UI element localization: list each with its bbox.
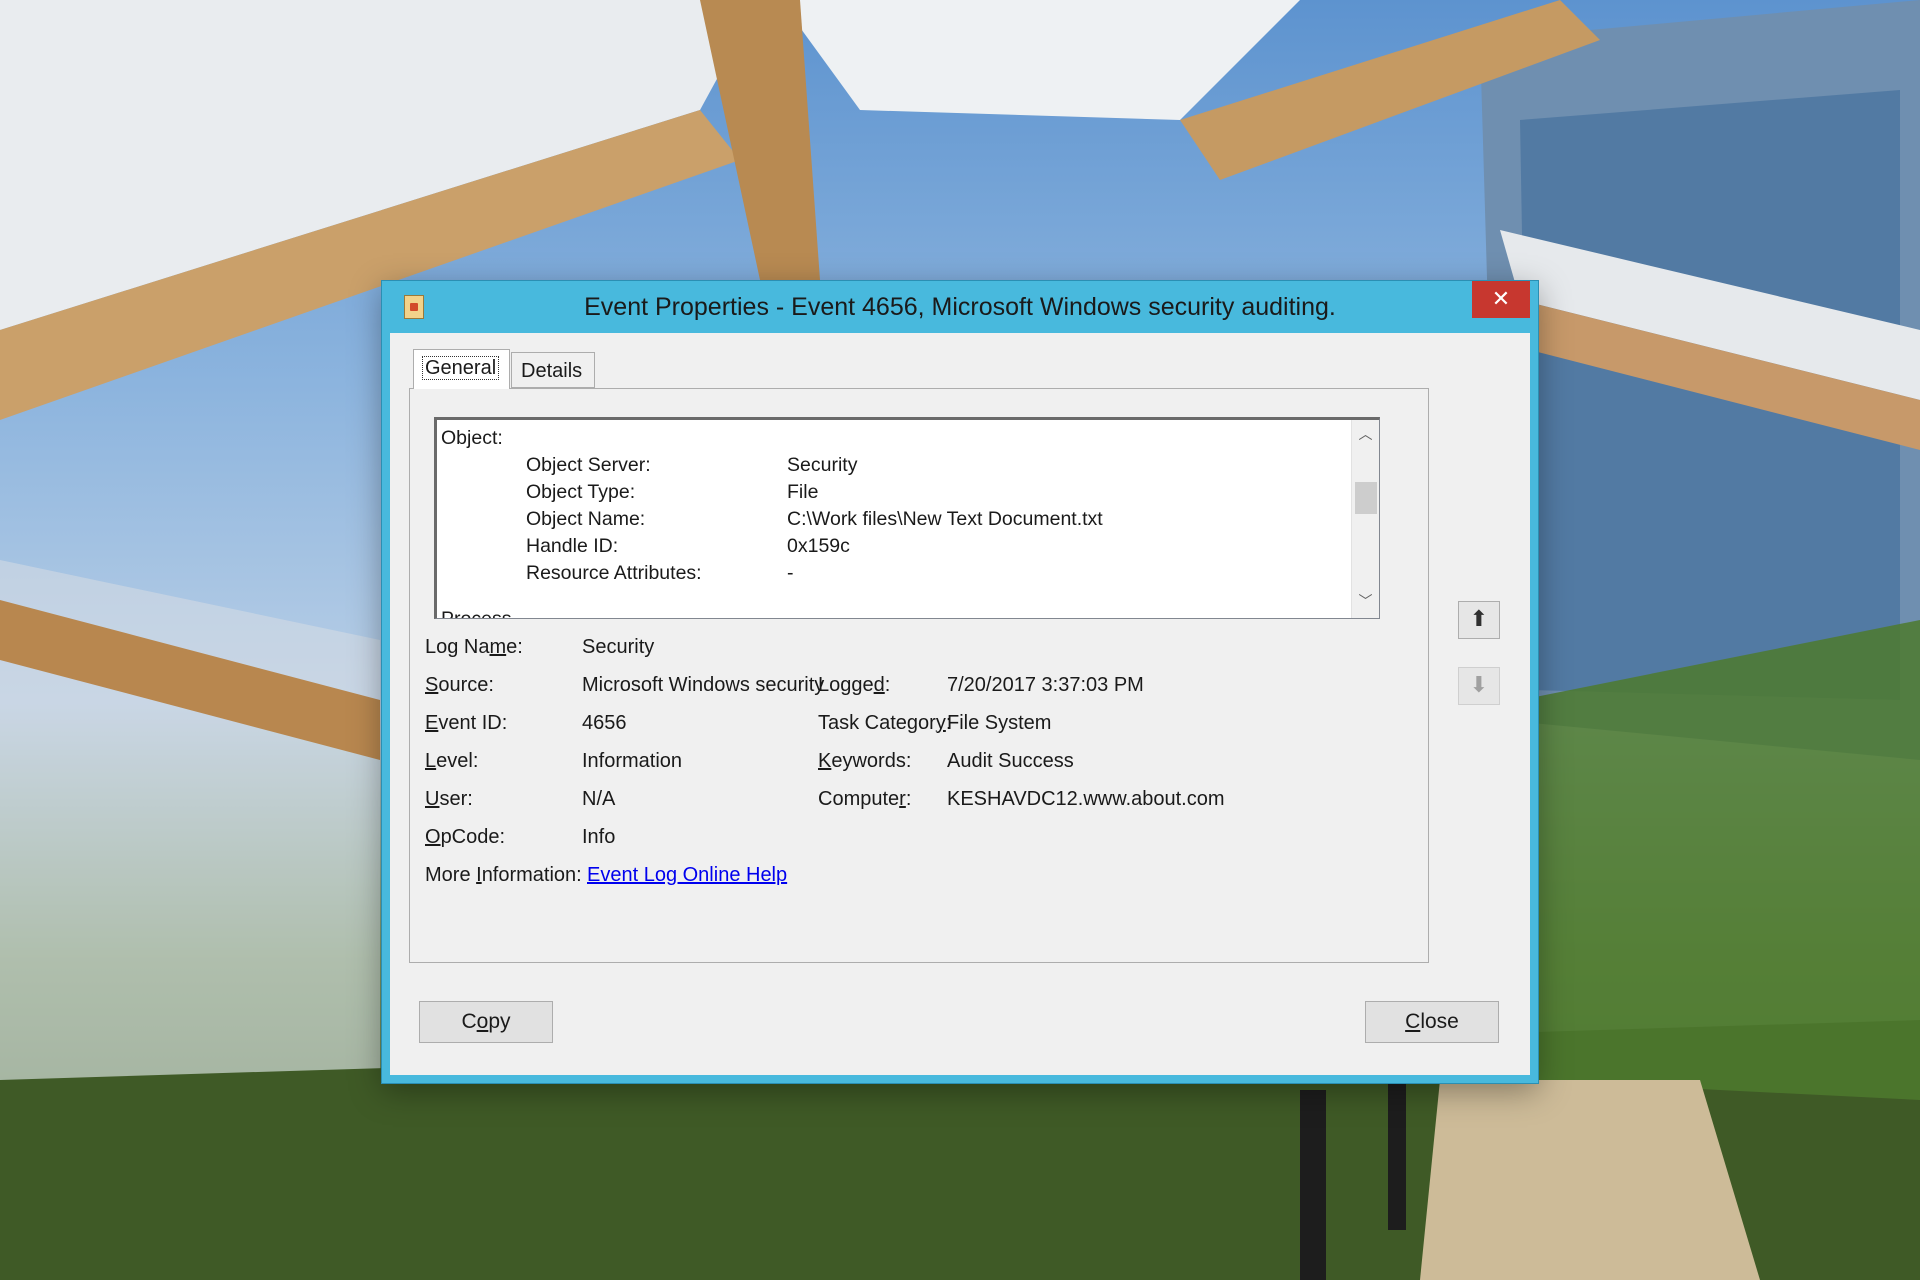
description-row: Resource Attributes: - — [526, 560, 794, 587]
label-text: pCode: — [440, 826, 506, 848]
label-text: Log Na — [425, 636, 490, 658]
access-key: E — [425, 712, 439, 734]
logged-label: Logged: — [818, 674, 890, 697]
more-information-label: More Information: — [425, 864, 582, 887]
description-row: Object Type: File — [526, 479, 818, 506]
event-id-value: 4656 — [582, 712, 627, 734]
label-text: More — [425, 864, 477, 886]
description-row-label: Resource Attributes: — [526, 562, 702, 584]
button-text: py — [488, 1010, 511, 1033]
label-text: nformation: — [481, 864, 582, 886]
task-category-label: Task Category: — [818, 712, 951, 735]
description-row: Object Name: C:\Work files\New Text Docum… — [526, 506, 1103, 533]
computer-label: Computer: — [818, 788, 911, 811]
task-category-value: File System — [947, 712, 1052, 734]
level-label: Level: — [425, 750, 478, 773]
description-row-label: Object Type: — [526, 481, 636, 503]
general-tab-panel: Object: Object Server: Security Object Ty… — [409, 388, 1429, 963]
scroll-thumb[interactable] — [1355, 482, 1377, 514]
opcode-label: OpCode: — [425, 826, 505, 849]
access-key: S — [425, 674, 439, 696]
label-text: Logge — [818, 674, 874, 696]
tab-general[interactable]: General — [413, 349, 510, 389]
scroll-down-button[interactable]: ﹀ — [1352, 589, 1379, 616]
tab-details[interactable]: Details — [511, 352, 595, 388]
label-text: Compute — [818, 788, 900, 810]
label-text: e: — [506, 636, 523, 658]
access-key: C — [1405, 1010, 1421, 1033]
description-row-value: File — [787, 481, 819, 503]
description-row: Object Server: Security — [526, 452, 857, 479]
scroll-up-button[interactable]: ︿ — [1352, 422, 1379, 449]
access-key: y — [935, 712, 946, 734]
label-text: : — [905, 788, 912, 810]
tab-details-label: Details — [521, 360, 583, 382]
log-name-label: Log Name: — [425, 636, 523, 659]
label-text: ser: — [439, 788, 473, 810]
previous-event-button[interactable]: ⬆ — [1458, 601, 1500, 639]
opcode-value: Info — [582, 826, 616, 848]
close-button[interactable]: Close — [1365, 1001, 1499, 1043]
access-key: K — [818, 750, 832, 772]
description-row-value: Security — [787, 454, 858, 476]
event-description-box[interactable]: Object: Object Server: Security Object Ty… — [434, 417, 1380, 619]
description-row: Handle ID: 0x159c — [526, 533, 850, 560]
description-row-value: C:\Work files\New Text Document.txt — [787, 508, 1103, 530]
button-text: C — [461, 1010, 477, 1033]
label-text: eywords: — [831, 750, 912, 772]
description-row-value: 0x159c — [787, 535, 850, 557]
access-key: m — [489, 636, 507, 658]
title-bar[interactable]: Event Properties - Event 4656, Microsoft… — [382, 281, 1538, 333]
access-key: L — [425, 750, 437, 772]
description-row-label: Object Name: — [526, 508, 646, 530]
description-heading: Object: — [441, 427, 503, 449]
description-row-label: Object Server: — [526, 454, 651, 476]
source-value: Microsoft Windows security — [582, 674, 825, 696]
description-cut-off-line: Process Information: — [441, 608, 512, 619]
label-text: : — [884, 674, 891, 696]
chevron-up-icon: ︿ — [1358, 427, 1373, 443]
window-title: Event Properties - Event 4656, Microsoft… — [584, 293, 1336, 321]
access-key: O — [425, 826, 441, 848]
event-properties-dialog: Event Properties - Event 4656, Microsoft… — [382, 281, 1538, 1083]
keywords-value: Audit Success — [947, 750, 1074, 772]
access-key: r — [899, 788, 906, 810]
user-label: User: — [425, 788, 473, 811]
description-row-value: - — [787, 562, 794, 584]
copy-button[interactable]: Copy — [419, 1001, 553, 1043]
tab-general-label: General — [421, 356, 500, 380]
button-text: lose — [1420, 1010, 1459, 1033]
next-event-button[interactable]: ⬇ — [1458, 667, 1500, 705]
label-text: ource: — [438, 674, 494, 696]
access-key: d — [873, 674, 885, 696]
access-key: o — [476, 1010, 489, 1033]
computer-value: KESHAVDC12.www.about.com — [947, 788, 1225, 810]
label-text: evel: — [436, 750, 479, 772]
level-value: Information — [582, 750, 683, 772]
label-text: Task Categor — [818, 712, 936, 734]
log-name-value: Security — [582, 636, 655, 658]
arrow-down-icon: ⬇ — [1469, 673, 1489, 698]
chevron-down-icon: ﹀ — [1358, 594, 1373, 610]
access-key: U — [425, 788, 440, 810]
user-value: N/A — [582, 788, 616, 810]
close-window-button[interactable]: ✕ — [1472, 281, 1530, 318]
label-text: vent ID: — [438, 712, 508, 734]
logged-value: 7/20/2017 3:37:03 PM — [947, 674, 1144, 696]
event-id-label: Event ID: — [425, 712, 507, 735]
arrow-up-icon: ⬆ — [1469, 607, 1489, 632]
description-row-label: Handle ID: — [526, 535, 619, 557]
source-label: Source: — [425, 674, 494, 697]
event-log-online-help-link[interactable]: Event Log Online Help — [587, 864, 787, 887]
description-scrollbar[interactable]: ︿ ﹀ — [1351, 420, 1379, 618]
dialog-client-area: General Details Object: Object Server: Se… — [390, 333, 1530, 1075]
keywords-label: Keywords: — [818, 750, 911, 773]
